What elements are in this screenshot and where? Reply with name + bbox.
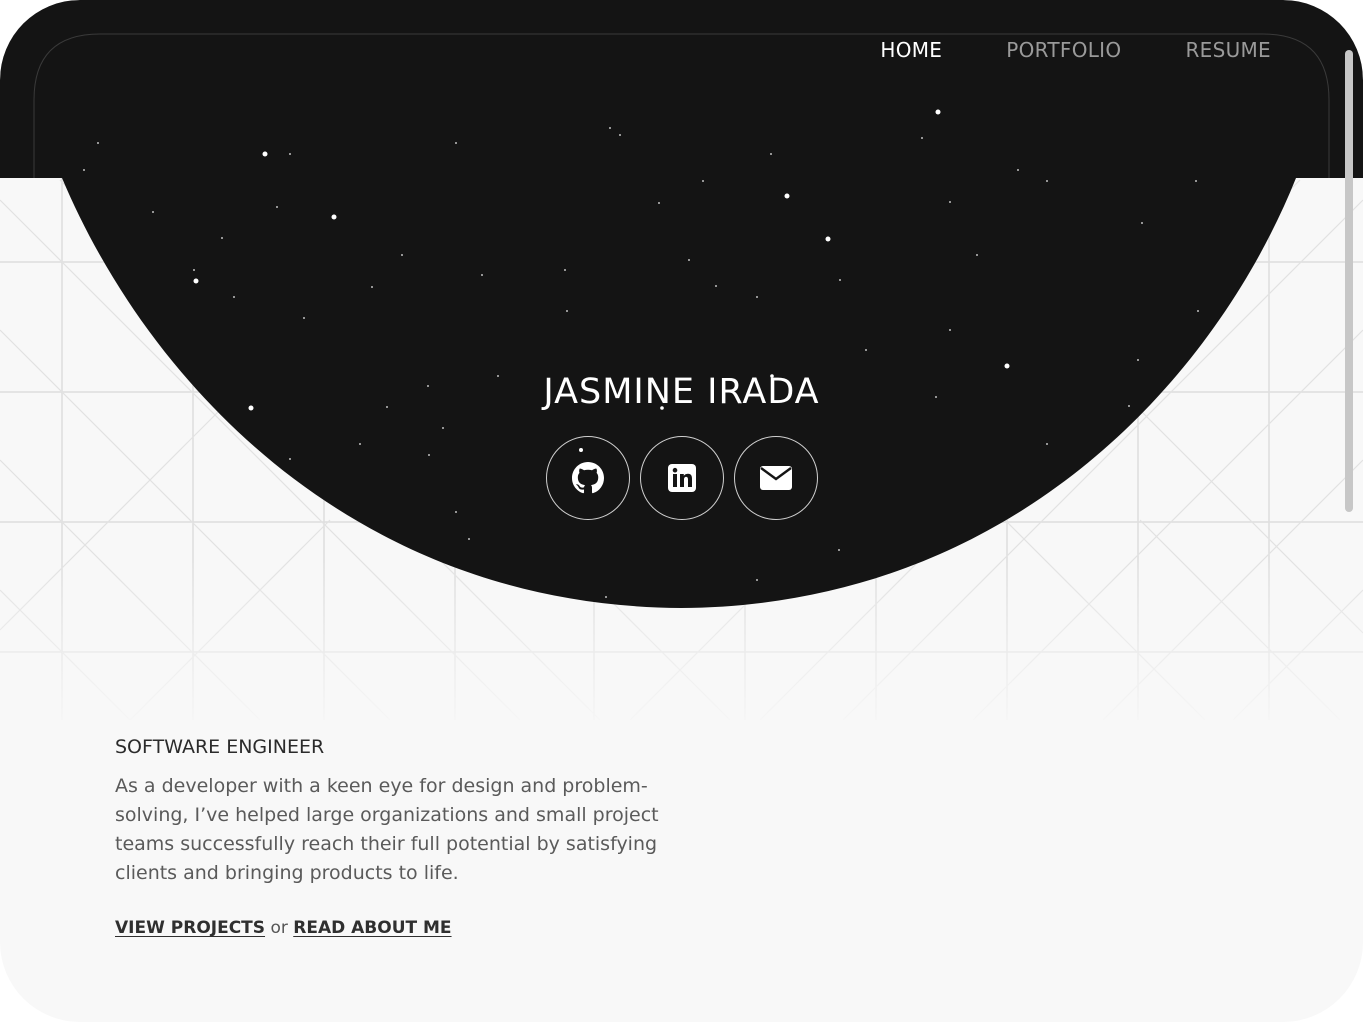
hero-section: HOME PORTFOLIO RESUME JASMINE IRADA	[0, 0, 1363, 620]
github-icon	[571, 462, 604, 494]
view-projects-link[interactable]: VIEW PROJECTS	[115, 918, 265, 938]
github-button[interactable]	[545, 436, 630, 520]
mail-icon	[759, 466, 792, 490]
social-links	[0, 436, 1363, 520]
email-button[interactable]	[733, 436, 818, 520]
nav-resume[interactable]: RESUME	[1185, 38, 1271, 62]
intro-section: SOFTWARE ENGINEER As a developer with a …	[115, 736, 675, 938]
nav-home[interactable]: HOME	[880, 38, 942, 62]
link-separator: or	[270, 918, 288, 938]
cta-links: VIEW PROJECTS or READ ABOUT ME	[115, 918, 675, 938]
nav-portfolio[interactable]: PORTFOLIO	[1006, 38, 1121, 62]
bio-text: As a developer with a keen eye for desig…	[115, 775, 659, 884]
linkedin-button[interactable]	[639, 436, 724, 520]
linkedin-icon	[667, 464, 696, 492]
scrollbar[interactable]	[1345, 50, 1353, 512]
hero-name: JASMINE IRADA	[543, 372, 820, 412]
role-heading: SOFTWARE ENGINEER	[115, 736, 325, 758]
main-nav: HOME PORTFOLIO RESUME	[880, 38, 1271, 62]
page-frame: HOME PORTFOLIO RESUME JASMINE IRADA SOFT…	[0, 0, 1363, 1022]
read-about-link[interactable]: READ ABOUT ME	[293, 918, 451, 938]
